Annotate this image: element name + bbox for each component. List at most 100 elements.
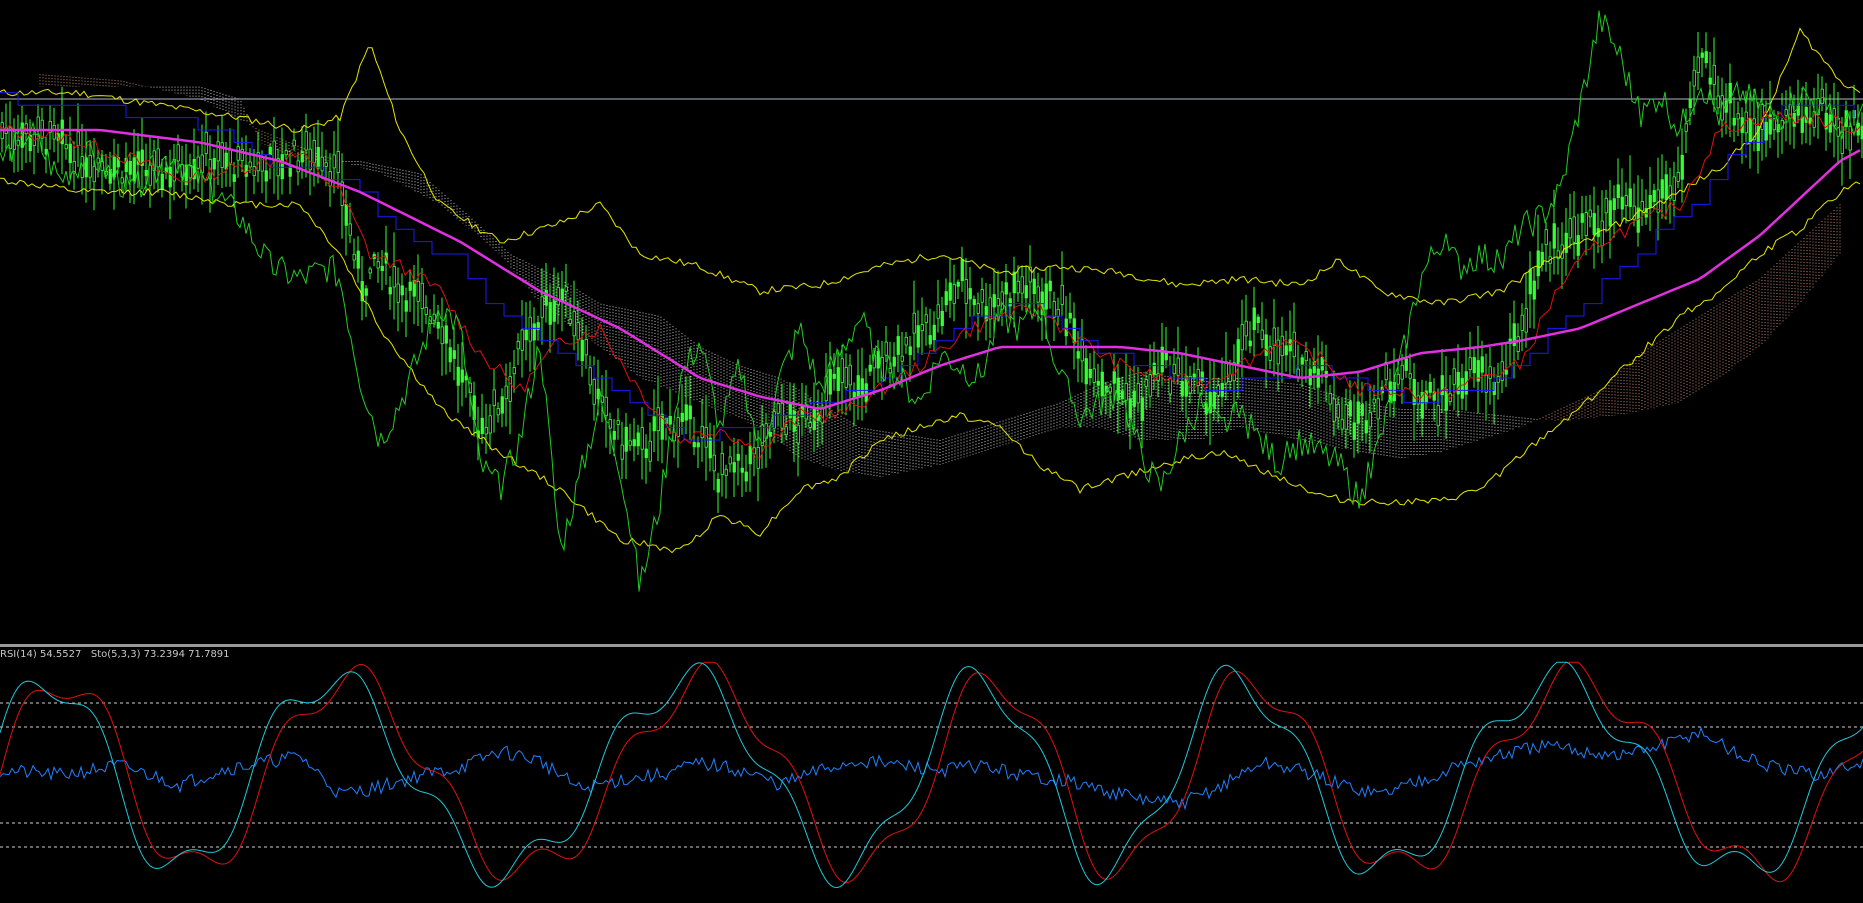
- candle-body: [572, 311, 576, 337]
- candle-body: [700, 425, 704, 439]
- candle-body: [1488, 366, 1492, 379]
- candle-body: [304, 131, 308, 151]
- rsi-line: [0, 726, 1863, 811]
- candle-body: [1624, 195, 1628, 207]
- candle-body: [844, 367, 848, 388]
- candle-body: [392, 266, 396, 288]
- candle-body: [528, 316, 532, 342]
- candle-body: [1228, 373, 1232, 382]
- candle-body: [52, 125, 56, 140]
- candle-body: [148, 164, 152, 186]
- candle-body: [1132, 390, 1136, 407]
- candle-body: [1284, 345, 1288, 356]
- candle-body: [1712, 64, 1716, 85]
- candle-body: [1564, 232, 1568, 253]
- candle-body: [588, 367, 592, 386]
- candle-body: [952, 284, 956, 304]
- candle-body: [712, 454, 716, 472]
- candle-body: [1640, 201, 1644, 212]
- candle-body: [620, 444, 624, 460]
- candle-body: [864, 383, 868, 402]
- candle-body: [196, 156, 200, 169]
- candle-body: [452, 350, 456, 359]
- stochastic-signal-line: [0, 661, 1863, 889]
- candle-body: [980, 289, 984, 303]
- candle-body: [932, 324, 936, 341]
- candle-body: [400, 285, 404, 296]
- candle-body: [1020, 276, 1024, 294]
- candle-body: [716, 478, 720, 493]
- candle-body: [1128, 398, 1132, 419]
- candle-body: [868, 364, 872, 372]
- candle-body: [548, 302, 552, 325]
- candle-body: [444, 325, 448, 344]
- candle-body: [1316, 368, 1320, 388]
- chart-window[interactable]: RSI(14) 54.5527 Sto(5,3,3) 73.2394 71.78…: [0, 0, 1863, 903]
- candle-body: [420, 282, 424, 309]
- candle-body: [1100, 371, 1104, 397]
- candle-body: [324, 162, 328, 167]
- candle-body: [1516, 336, 1520, 352]
- candle-body: [580, 339, 584, 362]
- candle-body: [1052, 301, 1056, 318]
- candle-body: [584, 338, 588, 356]
- candle-body: [460, 369, 464, 383]
- candle-body: [1004, 282, 1008, 295]
- candle-body: [1084, 358, 1088, 385]
- candle-body: [1660, 179, 1664, 199]
- candle-body: [1592, 213, 1596, 235]
- candle-body: [1240, 324, 1244, 351]
- candle-body: [1356, 401, 1360, 424]
- candle-body: [1096, 380, 1100, 386]
- candle-body: [1704, 51, 1708, 64]
- candle-body: [652, 416, 656, 432]
- candle-body: [332, 154, 336, 169]
- candle-body: [1552, 223, 1556, 249]
- candle-body: [956, 281, 960, 287]
- candle-body: [1172, 363, 1176, 374]
- candle-body: [344, 203, 348, 226]
- candle-body: [1012, 271, 1016, 294]
- candle-body: [1224, 361, 1228, 384]
- candle-body: [76, 131, 80, 146]
- candle-body: [508, 376, 512, 402]
- candle-body: [808, 422, 812, 428]
- candle-body: [272, 140, 276, 162]
- candle-body: [524, 329, 528, 341]
- candle-body: [268, 146, 272, 156]
- candle-body: [1056, 308, 1060, 317]
- candle-body: [892, 356, 896, 367]
- candle-body: [640, 427, 644, 450]
- candle-body: [512, 367, 516, 375]
- candle-body: [1276, 339, 1280, 365]
- candle-body: [776, 402, 780, 414]
- candle-body: [680, 412, 684, 422]
- candle-body: [296, 160, 300, 173]
- candle-body: [996, 298, 1000, 307]
- candle-body: [1572, 216, 1576, 243]
- candle-body: [1604, 197, 1608, 214]
- candle-body: [376, 261, 380, 269]
- candle-body: [96, 157, 100, 164]
- candle-body: [1484, 374, 1488, 393]
- candle-body: [364, 288, 368, 296]
- candle-body: [1372, 398, 1376, 404]
- candle-body: [1320, 356, 1324, 371]
- price-chart[interactable]: [0, 0, 1863, 644]
- candle-body: [16, 139, 20, 146]
- candle-body: [1008, 298, 1012, 307]
- oscillator-chart[interactable]: [0, 647, 1863, 903]
- candle-body: [1600, 220, 1604, 247]
- candle-body: [840, 358, 844, 383]
- candle-body: [552, 300, 556, 322]
- candle-body: [1364, 420, 1368, 434]
- candle-body: [1696, 56, 1700, 74]
- candle-body: [64, 144, 68, 150]
- candle-body: [1300, 357, 1304, 365]
- candle-body: [684, 404, 688, 421]
- candle-body: [1764, 121, 1768, 141]
- candle-body: [1068, 312, 1072, 319]
- candle-body: [280, 154, 284, 180]
- candle-body: [1200, 371, 1204, 381]
- candle-body: [692, 441, 696, 448]
